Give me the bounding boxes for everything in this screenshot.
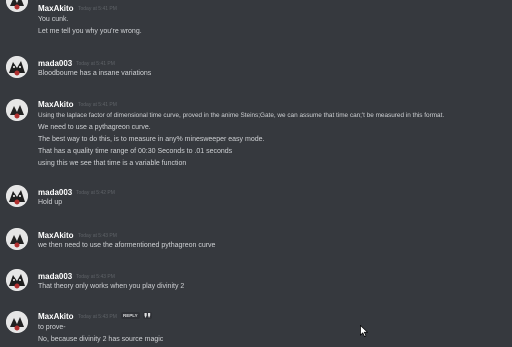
message-text: Bloodbourne has a insane variations [38,70,152,77]
message-text: No, because divinity 2 has source magic [38,336,164,343]
message-text: The best way to do this, is to measure i… [38,136,265,143]
message-text: Using the laplace factor of dimensional … [38,112,445,119]
timestamp: Today at 5:41 PM [78,102,117,108]
reply-button[interactable]: REPLY [121,312,140,319]
avatar[interactable] [6,228,28,250]
author-name[interactable]: mada003 [38,272,72,281]
author-name[interactable]: MaxAkito [38,231,74,240]
message-text: Let me tell you why you're wrong. [38,28,142,35]
quote-icon [144,313,151,318]
quote-button[interactable] [143,312,152,319]
timestamp: Today at 5:43 PM [78,314,117,320]
author-name[interactable]: mada003 [38,59,72,68]
avatar[interactable] [6,311,28,333]
timestamp: Today at 5:42 PM [76,190,115,196]
message-text: That theory only works when you play div… [38,283,185,290]
timestamp: Today at 5:41 PM [78,6,117,12]
message-text: Hold up [38,199,63,206]
timestamp: Today at 5:43 PM [76,274,115,280]
timestamp: Today at 5:41 PM [76,61,115,67]
author-name[interactable]: MaxAkito [38,100,74,109]
avatar[interactable] [6,99,28,121]
message-text: to prove- [38,324,66,331]
chat-messages: MaxAkito Today at 5:41 PM You cunk. Let … [0,0,512,347]
avatar[interactable] [6,269,28,291]
message-text: We need to use a pythagreon curve. [38,124,151,131]
message-text: we then need to use the aformentioned py… [38,242,216,249]
message-text: You cunk. [38,16,69,23]
author-name[interactable]: mada003 [38,188,72,197]
author-name[interactable]: MaxAkito [38,4,74,13]
avatar[interactable] [6,0,28,12]
avatar[interactable] [6,56,28,78]
message-text: That has a quality time range of 00:30 S… [38,148,233,155]
mouse-cursor-icon [360,325,368,337]
message-text: using this we see that time is a variabl… [38,160,187,167]
timestamp: Today at 5:43 PM [78,233,117,239]
avatar[interactable] [6,185,28,207]
author-name[interactable]: MaxAkito [38,312,74,321]
